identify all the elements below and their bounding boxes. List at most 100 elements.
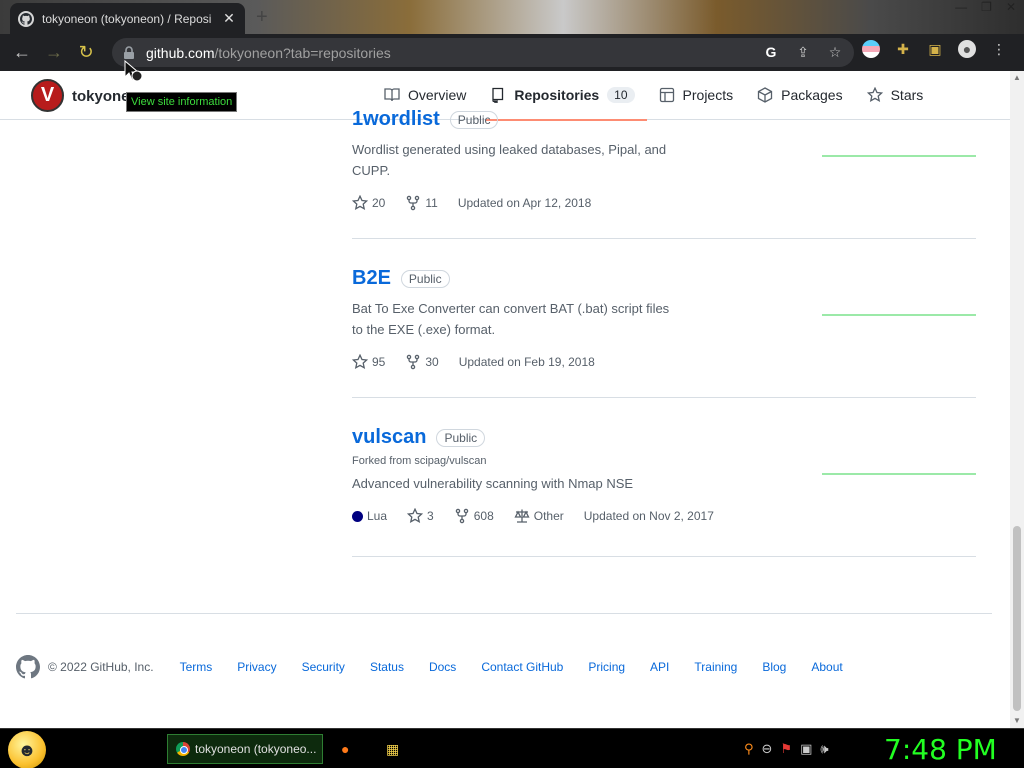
tab-close-icon[interactable]: ✕ — [221, 10, 237, 27]
activity-sparkline — [822, 155, 976, 157]
reload-icon[interactable]: ↻ — [70, 37, 102, 69]
license: Other — [514, 508, 564, 524]
browser-tab[interactable]: tokyoneon (tokyoneon) / Reposi ✕ — [10, 3, 245, 34]
menu-dots-icon[interactable]: ⋮ — [990, 40, 1008, 58]
forward-arrow-icon[interactable]: → — [38, 37, 70, 69]
scroll-down-arrow-icon[interactable]: ▼ — [1010, 714, 1024, 728]
footer-link-security[interactable]: Security — [302, 660, 345, 674]
forks-count: 608 — [473, 509, 494, 523]
repo-description: Bat To Exe Converter can convert BAT (.b… — [352, 301, 670, 337]
network-icon[interactable]: ▣ — [800, 741, 812, 757]
repo-name-link[interactable]: vulscan — [352, 426, 426, 449]
taskbar-clock: 7:48 PM — [884, 733, 997, 766]
file-manager-icon[interactable]: ▦ — [386, 741, 402, 757]
activity-sparkline — [822, 473, 976, 475]
license-label: Other — [533, 509, 564, 523]
flag-icon[interactable]: ⚑ — [780, 741, 792, 757]
volume-icon[interactable]: 🕪 — [820, 741, 828, 757]
repo-item: vulscan Public Forked from scipag/vulsca… — [352, 426, 976, 557]
stars-count: 20 — [372, 196, 386, 210]
tab-repositories-label: Repositories — [514, 87, 600, 103]
flag-extension-icon[interactable] — [862, 40, 880, 58]
scroll-up-arrow-icon[interactable]: ▲ — [1010, 71, 1024, 85]
footer-link-contact[interactable]: Contact GitHub — [481, 660, 563, 674]
repositories-count: 10 — [607, 87, 635, 103]
firefox-icon[interactable]: ● — [341, 741, 357, 757]
updated-date: Updated on Feb 19, 2018 — [458, 355, 595, 369]
language-color-dot — [352, 510, 363, 522]
visibility-badge: Public — [400, 269, 450, 288]
avatar[interactable]: V — [31, 79, 64, 112]
url-path: /tokyoneon?tab=repositories — [214, 44, 391, 61]
law-scale-icon — [514, 509, 530, 523]
footer-link-docs[interactable]: Docs — [429, 660, 456, 674]
stars-link[interactable]: 3 — [407, 508, 434, 524]
fork-icon — [407, 195, 420, 211]
package-icon — [757, 87, 773, 103]
maximize-icon[interactable]: ❐ — [981, 0, 992, 14]
repo-description: Wordlist generated using leaked database… — [352, 142, 667, 178]
sidepanel-icon[interactable]: ▣ — [926, 40, 944, 58]
repo-description: Advanced vulnerability scanning with Nma… — [352, 476, 634, 491]
forks-link[interactable]: 608 — [454, 508, 494, 524]
repo-name-link[interactable]: B2E — [352, 267, 391, 290]
taskbar-chrome-window[interactable]: tokyoneon (tokyoneo... — [167, 734, 323, 764]
book-icon — [384, 88, 400, 102]
footer-link-privacy[interactable]: Privacy — [237, 660, 276, 674]
star-icon — [866, 87, 883, 102]
search-icon[interactable]: ⚲ — [744, 741, 754, 757]
back-arrow-icon[interactable]: ← — [6, 37, 38, 69]
forks-link[interactable]: 11 — [405, 195, 438, 211]
github-logo-icon[interactable] — [16, 655, 40, 679]
site-info-tooltip: View site information — [126, 92, 238, 112]
scroll-thumb[interactable] — [1013, 526, 1021, 711]
star-icon — [407, 508, 424, 523]
new-tab-button[interactable]: + — [256, 6, 268, 29]
repo-name-link[interactable]: 1wordlist — [352, 108, 440, 131]
footer-link-about[interactable]: About — [811, 660, 842, 674]
updated-date: Updated on Apr 12, 2018 — [457, 196, 592, 210]
footer-link-training[interactable]: Training — [694, 660, 737, 674]
stars-count: 95 — [372, 355, 386, 369]
browser-tab-strip: tokyoneon (tokyoneon) / Reposi ✕ + — ❐ ✕ — [0, 0, 1024, 34]
updated-date: Updated on Nov 2, 2017 — [583, 509, 714, 523]
tab-projects-label: Projects — [682, 87, 734, 103]
start-menu-smiley-icon[interactable]: ☻ — [8, 731, 46, 768]
chrome-icon — [176, 742, 190, 756]
page-scrollbar[interactable]: ▲ ▼ — [1010, 71, 1024, 728]
os-taskbar: ☻ tokyoneon (tokyoneo... ● ▦ ⚲ ⊖ ⚑ ▣ 🕪 7… — [0, 728, 1024, 768]
footer-link-terms[interactable]: Terms — [180, 660, 213, 674]
stars-link[interactable]: 20 — [352, 195, 385, 211]
footer-link-api[interactable]: API — [650, 660, 669, 674]
puzzle-icon[interactable]: ✚ — [894, 40, 912, 58]
stars-count: 3 — [427, 509, 434, 523]
footer-link-pricing[interactable]: Pricing — [588, 660, 625, 674]
profile-icon[interactable]: ● — [958, 40, 976, 58]
forked-from-link[interactable]: Forked from scipag/vulscan — [352, 455, 976, 467]
footer: © 2022 GitHub, Inc. Terms Privacy Securi… — [16, 655, 868, 679]
lock-icon[interactable] — [122, 45, 136, 60]
footer-link-status[interactable]: Status — [370, 660, 404, 674]
footer-divider — [16, 613, 992, 614]
fork-icon — [407, 354, 420, 370]
forks-link[interactable]: 30 — [405, 354, 439, 370]
repo-item: 1wordlist Public Wordlist generated usin… — [352, 108, 976, 239]
language: Lua — [352, 509, 387, 523]
minimize-icon[interactable]: — — [955, 0, 967, 14]
tray-status-icon[interactable]: ⊖ — [762, 741, 773, 757]
footer-link-blog[interactable]: Blog — [762, 660, 786, 674]
close-window-icon[interactable]: ✕ — [1006, 0, 1016, 14]
address-bar[interactable]: github.com /tokyoneon?tab=repositories G… — [112, 38, 854, 67]
system-tray: ⚲ ⊖ ⚑ ▣ 🕪 — [744, 741, 829, 757]
stars-link[interactable]: 95 — [352, 354, 385, 370]
share-icon[interactable]: ⇪ — [794, 43, 812, 61]
tab-overview-label: Overview — [408, 87, 467, 103]
star-icon — [352, 195, 368, 210]
table-icon — [659, 87, 674, 103]
repo-icon — [492, 87, 504, 103]
extension-icons: ✚ ▣ ● ⋮ — [862, 40, 1008, 58]
google-icon[interactable]: G — [762, 43, 780, 61]
tab-stars-label: Stars — [890, 87, 924, 103]
bookmark-star-icon[interactable]: ☆ — [826, 43, 844, 61]
forks-count: 30 — [425, 355, 439, 369]
